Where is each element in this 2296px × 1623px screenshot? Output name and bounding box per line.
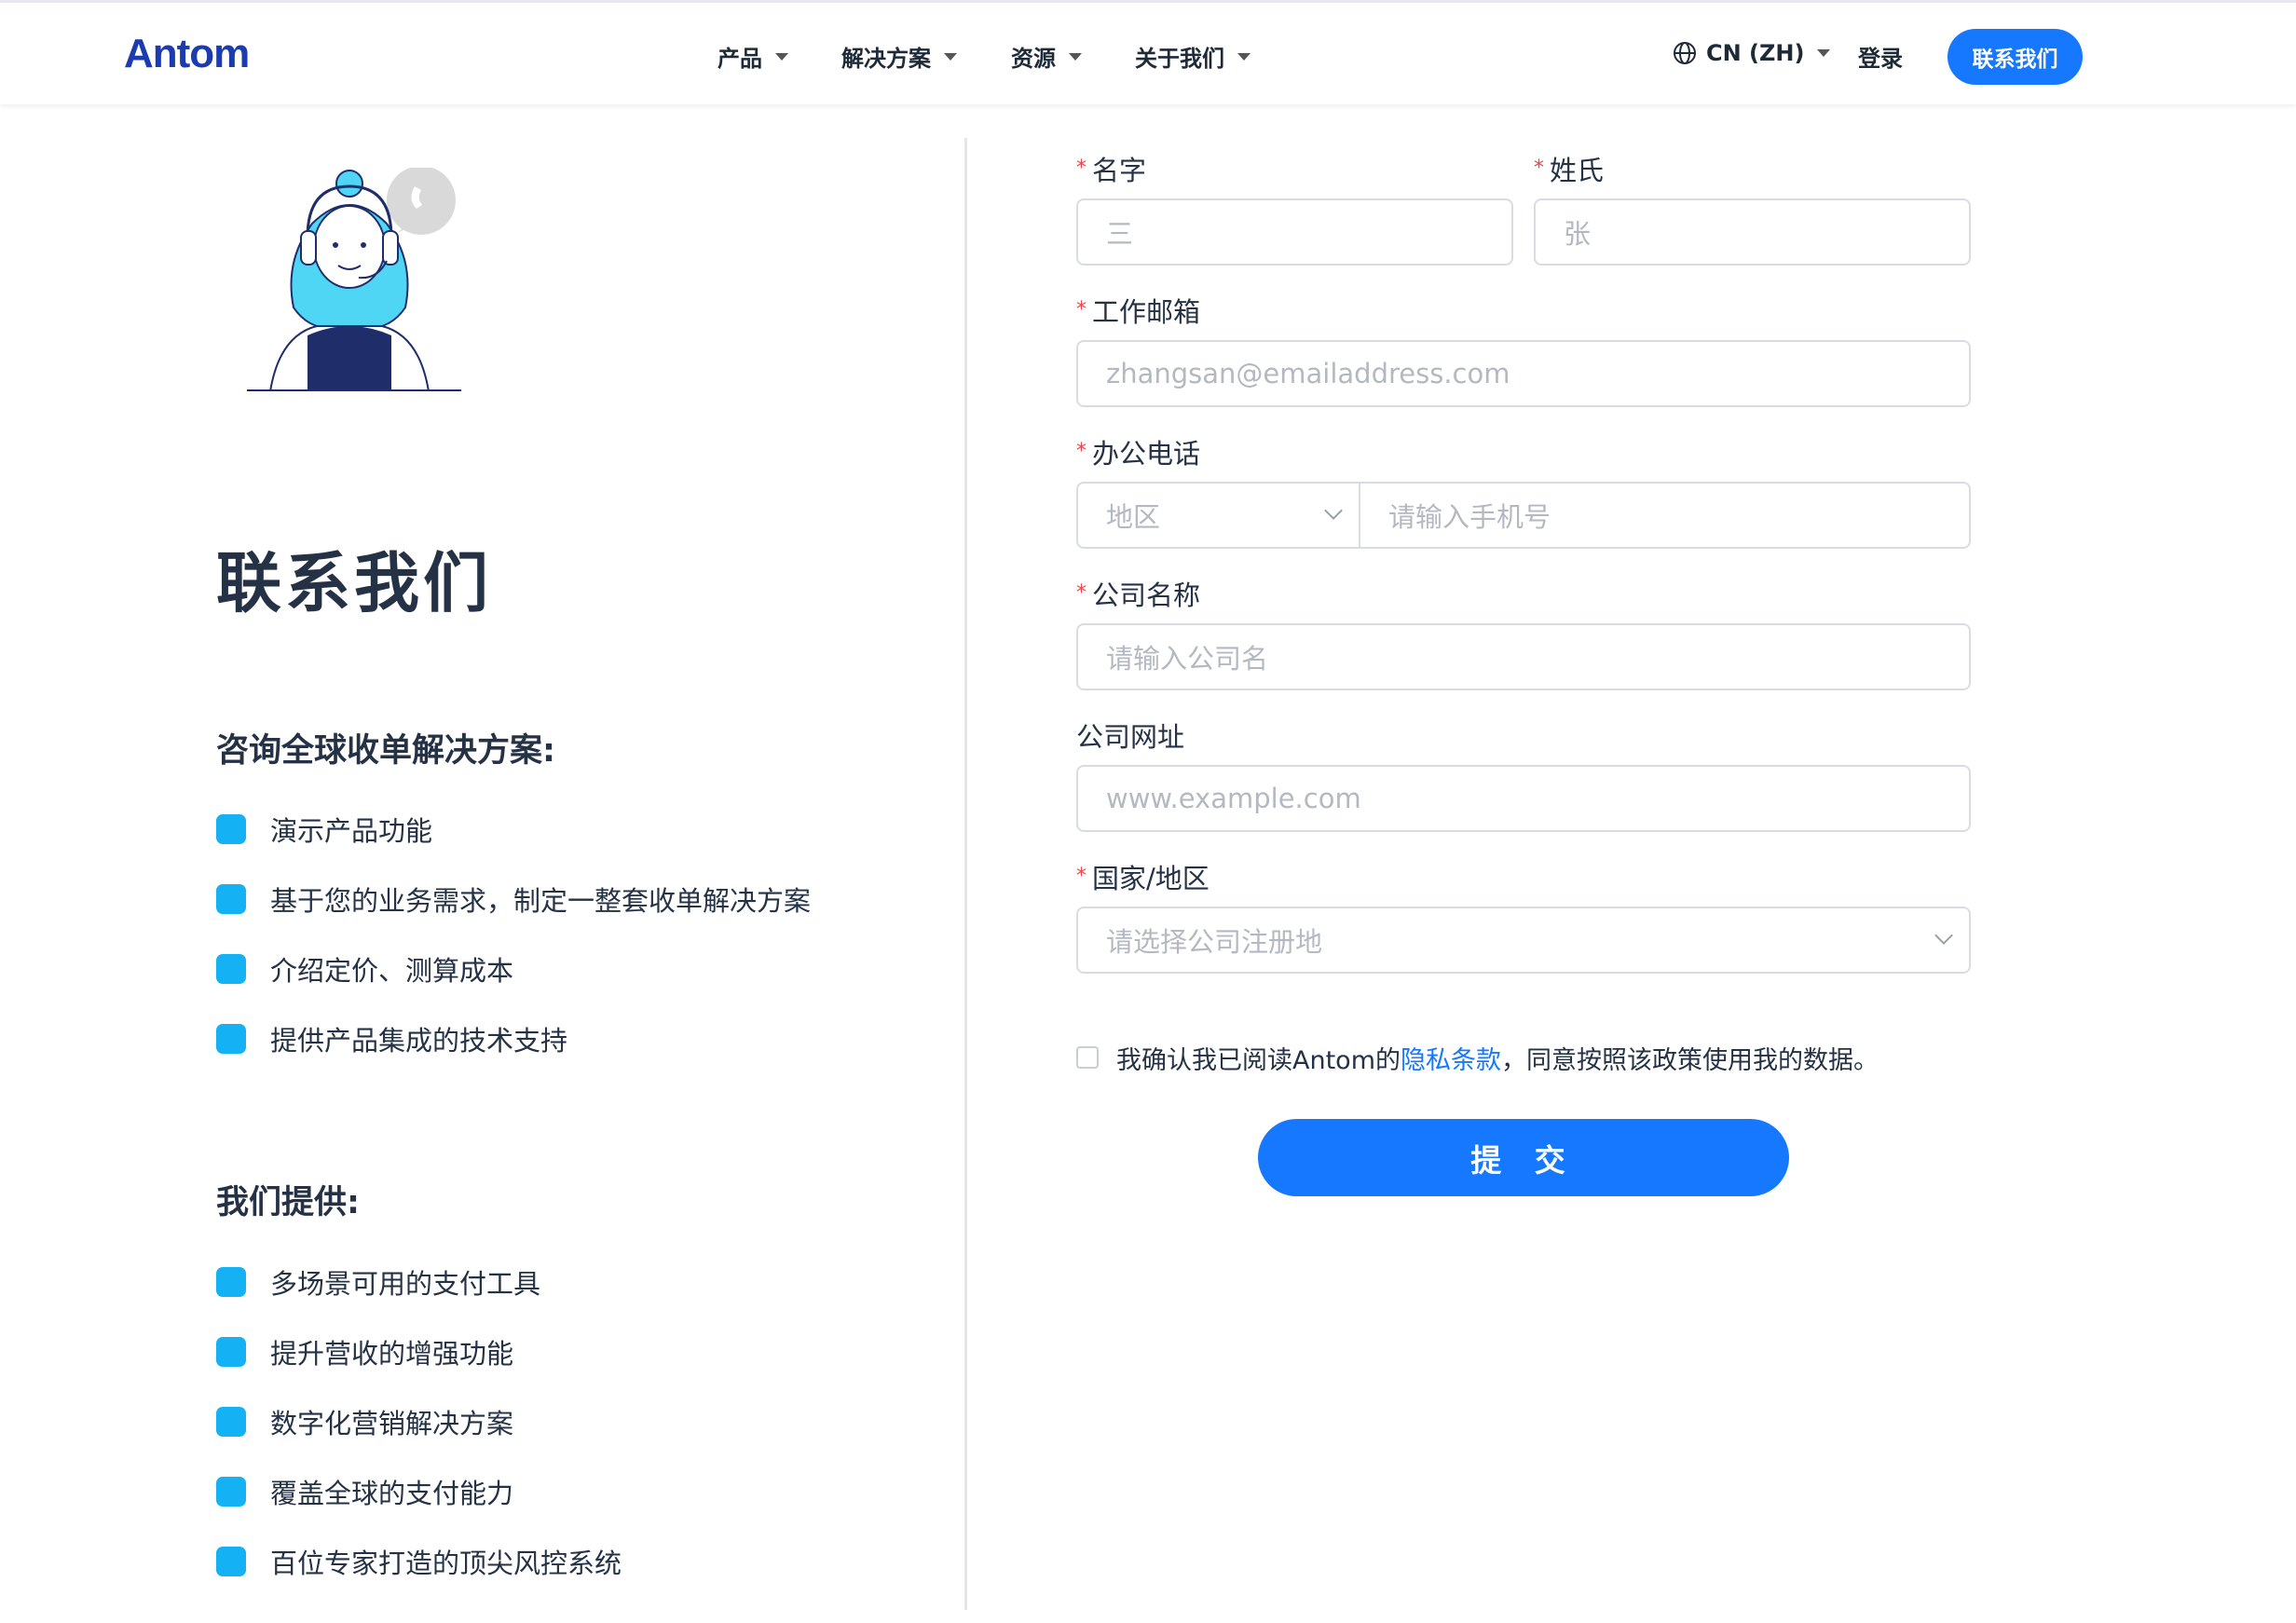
list-item-label: 覆盖全球的支付能力 xyxy=(270,1478,514,1509)
bullet-icon xyxy=(216,1477,246,1507)
consent-prefix: 我确认我已阅读Antom的 xyxy=(1116,1046,1401,1075)
list-item: 基于您的业务需求，制定一整套收单解决方案 xyxy=(216,880,811,919)
offer-section-title: 我们提供: xyxy=(216,1184,360,1221)
submit-button[interactable]: 提 交 xyxy=(1258,1119,1789,1196)
last-name-label: * 姓氏 xyxy=(1534,149,1604,188)
required-mark: * xyxy=(1076,157,1086,180)
region-select-value: 地区 xyxy=(1106,501,1161,533)
list-item: 提供产品集成的技术支持 xyxy=(216,1019,567,1058)
list-item-label: 多场景可用的支付工具 xyxy=(270,1268,541,1300)
last-name-label-text: 姓氏 xyxy=(1550,155,1605,186)
list-item-label: 基于您的业务需求，制定一整套收单解决方案 xyxy=(270,885,812,917)
phone-label-text: 办公电话 xyxy=(1092,438,1201,470)
first-name-label: * 名字 xyxy=(1076,149,1146,188)
list-item: 百位专家打造的顶尖风控系统 xyxy=(216,1542,622,1581)
company-label-text: 公司名称 xyxy=(1092,580,1201,611)
chevron-down-icon xyxy=(1934,926,1953,945)
country-select-value: 请选择公司注册地 xyxy=(1106,926,1323,958)
required-mark: * xyxy=(1534,157,1544,180)
list-item-label: 介绍定价、测算成本 xyxy=(270,955,514,987)
caret-down-icon xyxy=(1817,49,1831,57)
privacy-policy-link[interactable]: 隐私条款 xyxy=(1401,1046,1501,1075)
country-label-text: 国家/地区 xyxy=(1092,863,1210,894)
nav-products-label: 产品 xyxy=(718,46,762,72)
country-select[interactable]: 请选择公司注册地 xyxy=(1076,907,1971,974)
required-mark: * xyxy=(1076,865,1086,888)
bullet-icon xyxy=(216,1024,246,1054)
email-label: * 工作邮箱 xyxy=(1076,291,1200,330)
nav-solutions-label: 解决方案 xyxy=(841,46,931,72)
list-item: 提升营收的增强功能 xyxy=(216,1332,513,1371)
list-item-label: 提供产品集成的技术支持 xyxy=(270,1025,568,1057)
last-name-input[interactable]: 张 xyxy=(1534,198,1971,266)
caret-down-icon xyxy=(944,52,957,61)
page-title: 联系我们 xyxy=(216,545,492,621)
first-name-input[interactable]: 三 xyxy=(1076,198,1513,266)
bullet-icon xyxy=(216,884,246,914)
bullet-icon xyxy=(216,1547,246,1576)
bullet-icon xyxy=(216,1267,246,1297)
top-nav: Antom 产品 解决方案 资源 关于我们 CN (ZH) 登录 联系我们 xyxy=(0,0,2296,104)
nav-about-label: 关于我们 xyxy=(1135,46,1224,72)
company-label: * 公司名称 xyxy=(1076,574,1200,613)
region-select[interactable]: 地区 xyxy=(1076,482,1360,549)
nav-resources[interactable]: 资源 xyxy=(1011,40,1082,73)
nav-solutions[interactable]: 解决方案 xyxy=(841,40,957,73)
caret-down-icon xyxy=(1237,52,1250,61)
list-item: 覆盖全球的支付能力 xyxy=(216,1472,513,1511)
required-mark: * xyxy=(1076,440,1086,463)
list-item: 介绍定价、测算成本 xyxy=(216,949,513,989)
list-item-label: 数字化营销解决方案 xyxy=(270,1408,514,1439)
chevron-down-icon xyxy=(1324,501,1343,520)
phone-input[interactable]: 请输入手机号 xyxy=(1359,482,1971,549)
bullet-icon xyxy=(216,1337,246,1367)
language-label: CN (ZH) xyxy=(1706,40,1805,66)
contact-us-button[interactable]: 联系我们 xyxy=(1948,29,2083,85)
caret-down-icon xyxy=(1069,52,1082,61)
antom-logo[interactable]: Antom xyxy=(124,31,250,77)
list-item: 多场景可用的支付工具 xyxy=(216,1262,540,1302)
required-mark: * xyxy=(1076,581,1086,605)
list-item: 演示产品功能 xyxy=(216,810,432,849)
list-item-label: 百位专家打造的顶尖风控系统 xyxy=(270,1548,622,1579)
consent-text: 我确认我已阅读Antom的隐私条款，同意按照该政策使用我的数据。 xyxy=(1116,1040,1879,1076)
caret-down-icon xyxy=(775,52,788,61)
list-item-label: 提升营收的增强功能 xyxy=(270,1338,514,1370)
company-input[interactable]: 请输入公司名 xyxy=(1076,623,1971,690)
email-label-text: 工作邮箱 xyxy=(1092,296,1201,328)
consent-suffix: ，同意按照该政策使用我的数据。 xyxy=(1501,1046,1879,1075)
country-label: * 国家/地区 xyxy=(1076,857,1210,896)
login-link[interactable]: 登录 xyxy=(1858,40,1903,73)
bullet-icon xyxy=(216,1407,246,1437)
consent-checkbox[interactable] xyxy=(1076,1046,1099,1069)
website-label: 公司网址 xyxy=(1076,721,1185,753)
bullet-icon xyxy=(216,954,246,984)
nav-about[interactable]: 关于我们 xyxy=(1135,40,1250,73)
website-input[interactable]: www.example.com xyxy=(1076,765,1971,832)
nav-products[interactable]: 产品 xyxy=(718,40,788,73)
consult-section-title: 咨询全球收单解决方案: xyxy=(216,732,555,770)
column-divider xyxy=(964,138,967,1610)
nav-resources-label: 资源 xyxy=(1011,46,1056,72)
support-agent-illustration xyxy=(247,168,461,391)
list-item: 数字化营销解决方案 xyxy=(216,1402,513,1441)
bullet-icon xyxy=(216,814,246,844)
phone-label: * 办公电话 xyxy=(1076,432,1200,471)
required-mark: * xyxy=(1076,298,1086,321)
globe-icon xyxy=(1674,42,1696,64)
list-item-label: 演示产品功能 xyxy=(270,815,433,847)
first-name-label-text: 名字 xyxy=(1092,155,1147,186)
language-selector[interactable]: CN (ZH) xyxy=(1673,40,1831,66)
email-input[interactable]: zhangsan@emailaddress.com xyxy=(1076,340,1971,407)
